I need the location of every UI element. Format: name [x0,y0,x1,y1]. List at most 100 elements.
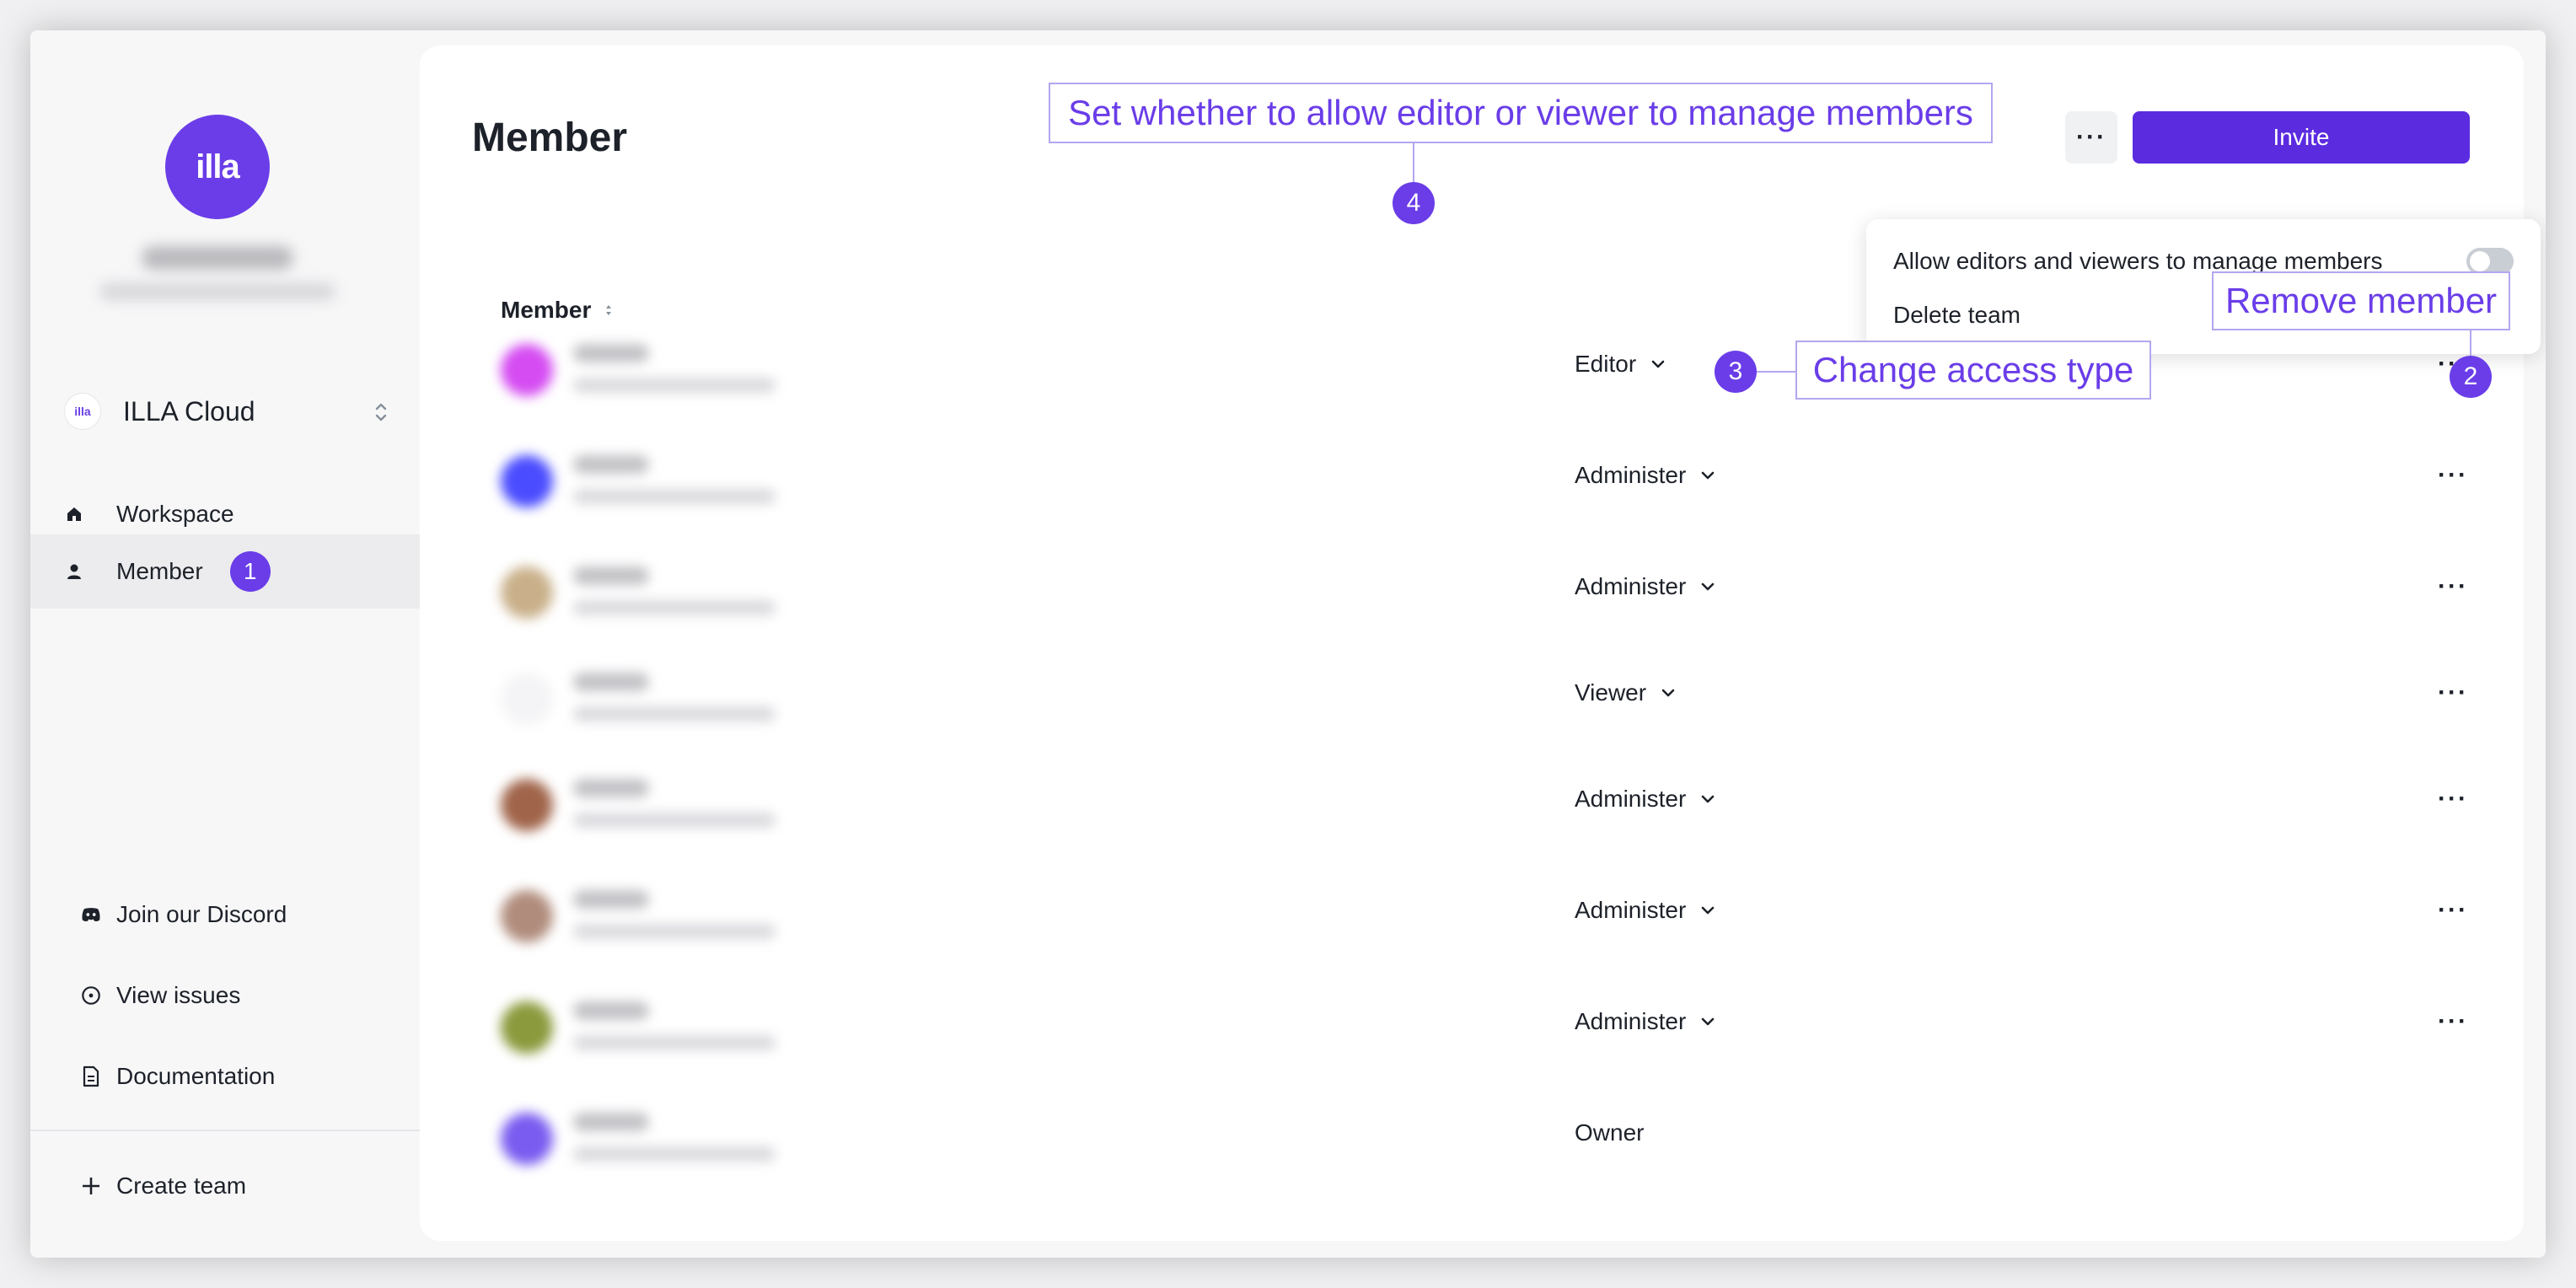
avatar [501,1001,553,1054]
chevron-down-icon [1701,1017,1715,1026]
join-discord-link[interactable]: Join our Discord [81,894,287,936]
member-email-blurred [573,600,775,615]
page-title: Member [472,115,628,160]
access-type-label: Viewer [1575,679,1647,706]
user-email-blurred [99,283,335,300]
avatar [501,566,553,619]
annotation-4-label: Set whether to allow editor or viewer to… [1049,83,1993,143]
sidebar-divider [30,1130,420,1131]
member-row: Administer ··· [420,541,2524,651]
access-type-label: Administer [1575,897,1687,923]
member-row: Administer ··· [420,430,2524,539]
member-email-blurred [573,1146,775,1162]
delete-team-option[interactable]: Delete team [1893,302,2021,329]
access-type-select[interactable]: Administer [1575,897,1716,924]
member-row: Viewer ··· [420,647,2524,757]
member-email-blurred [573,706,775,722]
link-label: View issues [116,982,241,1008]
member-row: Administer ··· [420,754,2524,863]
annotation-badge-4: 4 [1393,182,1435,224]
avatar [501,890,553,942]
chevron-down-icon [1701,795,1715,803]
member-row: Owner [420,1087,2524,1197]
access-type-select: Owner [1575,1119,1644,1146]
team-logo: illa [64,393,101,430]
sidebar-item-label: Member [116,558,203,584]
member-more-button[interactable]: ··· [2428,782,2478,816]
access-type-label: Administer [1575,1008,1687,1034]
member-more-button[interactable]: ··· [2428,570,2478,604]
avatar [501,673,553,725]
access-type-label: Editor [1575,351,1637,377]
chevron-up-down-icon [375,403,387,421]
annotation-4-connector [1413,143,1414,187]
member-more-button[interactable]: ··· [2428,459,2478,492]
invite-button[interactable]: Invite [2133,111,2470,164]
member-name-blurred [573,1001,649,1020]
avatar [501,779,553,831]
view-issues-link[interactable]: View issues [81,974,240,1017]
member-email-blurred [573,489,775,504]
access-type-label: Administer [1575,786,1687,812]
member-email-blurred [573,378,775,393]
member-row: Administer ··· [420,976,2524,1086]
toggle-knob [2470,251,2490,271]
person-icon [64,561,84,582]
annotation-2-label: Remove member [2212,271,2510,330]
chevron-down-icon [1661,689,1675,697]
annotation-badge-2: 2 [2450,356,2492,398]
sidebar-item-label: Workspace [116,501,234,527]
member-more-button[interactable]: ··· [2428,1005,2478,1038]
member-name-blurred [573,455,649,474]
annotation-badge-3: 3 [1715,351,1757,393]
chevron-down-icon [1701,906,1715,915]
member-email-blurred [573,1035,775,1050]
team-more-button[interactable]: ··· [2065,111,2117,164]
access-type-label: Administer [1575,573,1687,599]
link-label: Join our Discord [116,901,287,927]
access-type-label: Owner [1575,1119,1645,1146]
access-type-select[interactable]: Administer [1575,1008,1716,1035]
discord-icon [81,904,101,925]
annotation-3-connector [1757,371,1795,373]
sort-icon [606,305,612,315]
sidebar-item-member[interactable]: Member 1 [30,534,420,609]
avatar [501,455,553,507]
access-type-label: Administer [1575,462,1687,488]
documentation-link[interactable]: Documentation [81,1055,275,1097]
access-type-select[interactable]: Administer [1575,573,1716,600]
member-more-button[interactable]: ··· [2428,676,2478,710]
issue-circle-icon [81,985,101,1006]
avatar [501,1113,553,1165]
member-name-blurred [573,673,649,691]
annotation-badge-1: 1 [229,551,271,592]
avatar [501,344,553,396]
member-email-blurred [573,813,775,828]
team-name: ILLA Cloud [123,395,255,427]
chevron-down-icon [1701,582,1715,591]
home-icon [64,504,84,524]
sidebar: illa illa ILLA Cloud Workspace Member 1 [30,30,420,1258]
link-label: Documentation [116,1063,276,1089]
chevron-down-icon [1701,471,1715,480]
member-row: Administer ··· [420,865,2524,974]
create-team-button[interactable]: Create team [81,1165,246,1207]
member-name-blurred [573,344,649,362]
create-team-label: Create team [116,1173,247,1199]
document-icon [81,1065,101,1087]
member-panel: Member ··· Invite Member Editor···Admini… [420,46,2541,1241]
member-name-blurred [573,779,649,797]
team-selector[interactable]: illa ILLA Cloud [54,381,408,442]
annotation-3-label: Change access type [1795,341,2151,400]
access-type-select[interactable]: Editor [1575,351,1666,378]
access-type-select[interactable]: Viewer [1575,679,1677,706]
chevron-down-icon [1651,360,1665,368]
member-name-blurred [573,566,649,585]
access-type-select[interactable]: Administer [1575,786,1716,813]
brand-logo: illa [165,115,270,219]
member-more-button[interactable]: ··· [2428,894,2478,927]
annotation-2-connector [2470,330,2471,357]
access-type-select[interactable]: Administer [1575,462,1716,489]
user-name-blurred [142,246,293,270]
member-name-blurred [573,1113,649,1131]
